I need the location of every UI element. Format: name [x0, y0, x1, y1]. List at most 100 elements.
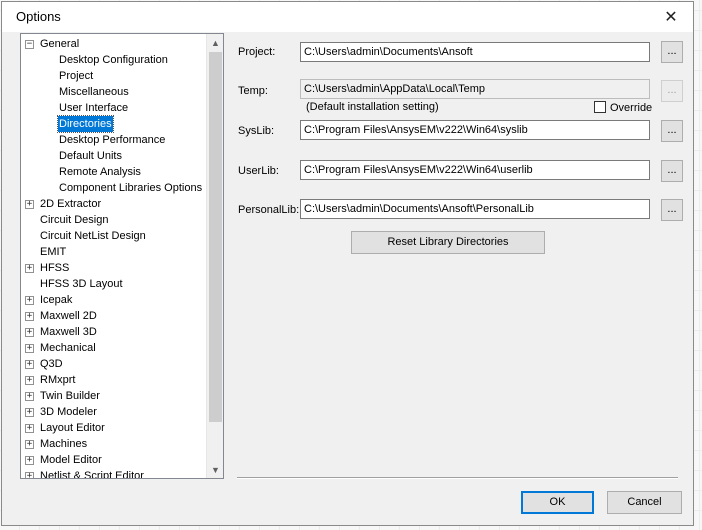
- expand-icon[interactable]: +: [25, 424, 34, 433]
- expand-icon[interactable]: +: [25, 296, 34, 305]
- tree-item-label: Machines: [40, 438, 88, 450]
- tree-item-label: 3D Modeler: [40, 406, 97, 418]
- tree-item-label: Miscellaneous: [59, 86, 129, 98]
- options-dialog: Options ✕ − General Desktop Configuration P…: [1, 1, 694, 526]
- tree-item[interactable]: EMIT: [21, 244, 206, 260]
- tree-item-label: Maxwell 3D: [40, 326, 97, 338]
- expand-icon[interactable]: +: [25, 344, 34, 353]
- syslib-browse-button[interactable]: ...: [661, 120, 683, 142]
- tree-item[interactable]: + Layout Editor: [21, 420, 206, 436]
- close-button[interactable]: ✕: [649, 2, 693, 32]
- tree-item-label: Mechanical: [40, 342, 96, 354]
- override-label[interactable]: Override: [610, 101, 652, 115]
- expand-icon[interactable]: +: [25, 440, 34, 449]
- tree-item[interactable]: Desktop Configuration: [21, 52, 206, 68]
- tree-item-label: EMIT: [40, 246, 67, 258]
- userlib-label: UserLib:: [238, 165, 279, 177]
- expand-icon[interactable]: +: [25, 264, 34, 273]
- tree-item[interactable]: Miscellaneous: [21, 84, 206, 100]
- tree-item[interactable]: Circuit NetList Design: [21, 228, 206, 244]
- temp-input: C:\Users\admin\AppData\Local\Temp: [300, 79, 650, 99]
- personallib-label: PersonalLib:: [238, 204, 300, 216]
- chevron-down-icon: ▼: [211, 464, 220, 475]
- close-icon: ✕: [664, 9, 678, 26]
- tree-item-label: HFSS: [40, 262, 70, 274]
- tree-item-label: Netlist & Script Editor: [40, 470, 144, 479]
- tree-item-label: Layout Editor: [40, 422, 105, 434]
- tree-item-label: Maxwell 2D: [40, 310, 97, 322]
- tree-item[interactable]: + Twin Builder: [21, 388, 206, 404]
- project-input[interactable]: C:\Users\admin\Documents\Ansoft: [300, 42, 650, 62]
- tree-item[interactable]: HFSS 3D Layout: [21, 276, 206, 292]
- expand-icon[interactable]: +: [25, 392, 34, 401]
- tree-item[interactable]: + Machines: [21, 436, 206, 452]
- personallib-browse-button[interactable]: ...: [661, 199, 683, 221]
- reset-library-directories-button[interactable]: Reset Library Directories: [351, 231, 545, 254]
- tree-item[interactable]: + Icepak: [21, 292, 206, 308]
- tree-item[interactable]: + Model Editor: [21, 452, 206, 468]
- tree-item[interactable]: Directories: [21, 115, 206, 133]
- tree-item-label: Desktop Performance: [59, 134, 166, 146]
- tree-item[interactable]: +3D Modeler: [21, 404, 206, 420]
- expand-icon[interactable]: +: [25, 360, 34, 369]
- ok-button[interactable]: OK: [521, 491, 594, 514]
- expand-icon[interactable]: +: [25, 312, 34, 321]
- project-label: Project:: [238, 46, 276, 58]
- title-bar: Options ✕: [2, 2, 693, 32]
- tree-item[interactable]: + Netlist & Script Editor: [21, 468, 206, 479]
- tree-item-label: Directories: [57, 115, 114, 133]
- expand-icon[interactable]: +: [25, 376, 34, 385]
- tree-item-label: Component Libraries Options: [59, 182, 203, 194]
- userlib-browse-button[interactable]: ...: [661, 160, 683, 182]
- footer-separator: [237, 477, 678, 479]
- tree-item[interactable]: + Mechanical: [21, 340, 206, 356]
- temp-browse-button: ...: [661, 80, 683, 102]
- tree-item[interactable]: Desktop Performance: [21, 132, 206, 148]
- tree-item[interactable]: Circuit Design: [21, 212, 206, 228]
- tree-item-label: Project: [59, 70, 94, 82]
- tree-items: − General Desktop Configuration Project Misc…: [21, 34, 206, 478]
- tree-item-label: General: [40, 38, 80, 50]
- tree-item-label: Q3D: [40, 358, 63, 370]
- tree-item-label: Twin Builder: [40, 390, 100, 402]
- tree-item-label: Icepak: [40, 294, 73, 306]
- scroll-up-arrow[interactable]: ▲: [207, 34, 223, 51]
- cancel-button[interactable]: Cancel: [607, 491, 682, 514]
- personallib-input[interactable]: C:\Users\admin\Documents\Ansoft\Personal…: [300, 199, 650, 219]
- tree-item-label: Remote Analysis: [59, 166, 141, 178]
- tree-item[interactable]: Component Libraries Options: [21, 180, 206, 196]
- tree-item[interactable]: +2D Extractor: [21, 196, 206, 212]
- tree-item[interactable]: + Maxwell 3D: [21, 324, 206, 340]
- scroll-thumb[interactable]: [209, 52, 222, 422]
- tree-item[interactable]: Default Units: [21, 148, 206, 164]
- tree-item[interactable]: Remote Analysis: [21, 164, 206, 180]
- scroll-down-arrow[interactable]: ▼: [207, 461, 223, 478]
- syslib-label: SysLib:: [238, 125, 275, 137]
- tree-item[interactable]: − General: [21, 36, 206, 52]
- tree-item-label: HFSS 3D Layout: [40, 278, 123, 290]
- expand-icon[interactable]: +: [25, 408, 34, 417]
- chevron-up-icon: ▲: [211, 37, 220, 48]
- override-checkbox[interactable]: [594, 101, 606, 113]
- tree-item[interactable]: + HFSS: [21, 260, 206, 276]
- options-tree[interactable]: − General Desktop Configuration Project Misc…: [20, 33, 224, 479]
- collapse-icon[interactable]: −: [25, 40, 34, 49]
- syslib-input[interactable]: C:\Program Files\AnsysEM\v222\Win64\sysl…: [300, 120, 650, 140]
- tree-scrollbar[interactable]: ▲ ▼: [206, 34, 223, 478]
- tree-item-label: 2D Extractor: [40, 198, 102, 210]
- tree-item[interactable]: Project: [21, 68, 206, 84]
- tree-item[interactable]: + Q3D: [21, 356, 206, 372]
- expand-icon[interactable]: +: [25, 456, 34, 465]
- temp-default-note: (Default installation setting): [306, 101, 439, 113]
- expand-icon[interactable]: +: [25, 472, 34, 478]
- tree-item-label: Circuit Design: [40, 214, 109, 226]
- tree-item[interactable]: User Interface: [21, 100, 206, 116]
- expand-icon[interactable]: +: [25, 200, 34, 209]
- tree-item-label: User Interface: [59, 102, 129, 114]
- userlib-input[interactable]: C:\Program Files\AnsysEM\v222\Win64\user…: [300, 160, 650, 180]
- project-browse-button[interactable]: ...: [661, 41, 683, 63]
- tree-item[interactable]: + Maxwell 2D: [21, 308, 206, 324]
- tree-item-label: RMxprt: [40, 374, 76, 386]
- expand-icon[interactable]: +: [25, 328, 34, 337]
- tree-item[interactable]: + RMxprt: [21, 372, 206, 388]
